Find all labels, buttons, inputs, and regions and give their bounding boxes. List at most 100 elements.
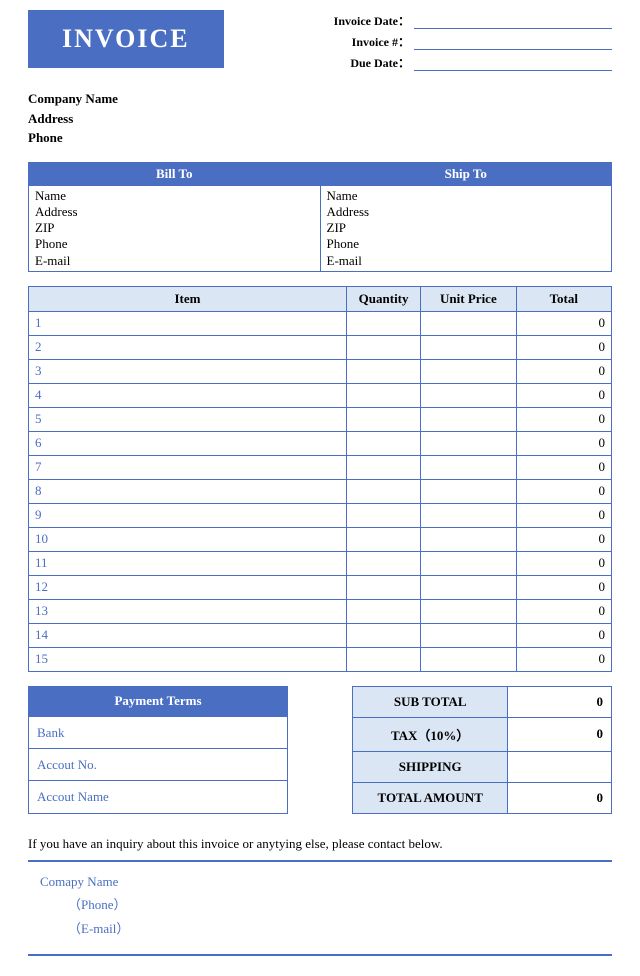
item-row[interactable]: 11 0 [29, 551, 612, 575]
item-row[interactable]: 60 [29, 431, 612, 455]
payment-terms-header: Payment Terms [29, 686, 288, 716]
item-index[interactable]: 5 [29, 407, 347, 431]
item-row[interactable]: 15 0 [29, 647, 612, 671]
item-total: 0 [516, 479, 611, 503]
bill-ship-table: Bill To Ship To Name Address ZIP Phone E… [28, 162, 612, 272]
item-index[interactable]: 11 [29, 551, 347, 575]
item-qty[interactable] [347, 359, 421, 383]
invoice-badge: INVOICE [28, 10, 224, 68]
item-total: 0 [516, 359, 611, 383]
item-total: 0 [516, 599, 611, 623]
payment-account-name[interactable]: Accout Name [29, 781, 288, 813]
item-price[interactable] [421, 527, 516, 551]
item-qty[interactable] [347, 623, 421, 647]
item-price[interactable] [421, 455, 516, 479]
item-price[interactable] [421, 575, 516, 599]
invoice-number-field[interactable] [414, 34, 612, 50]
item-index[interactable]: 9 [29, 503, 347, 527]
payment-terms-table: Payment Terms Bank Accout No. Accout Nam… [28, 686, 288, 814]
item-qty[interactable] [347, 311, 421, 335]
item-qty[interactable] [347, 455, 421, 479]
item-total: 0 [516, 407, 611, 431]
ship-to-cell[interactable]: Name Address ZIP Phone E-mail [320, 185, 612, 271]
item-qty[interactable] [347, 431, 421, 455]
shipping-value [508, 751, 612, 782]
item-row[interactable]: 50 [29, 407, 612, 431]
item-price[interactable] [421, 623, 516, 647]
item-qty[interactable] [347, 527, 421, 551]
col-unit-price: Unit Price [421, 286, 516, 311]
item-qty[interactable] [347, 479, 421, 503]
due-date-field[interactable] [414, 55, 612, 71]
invoice-date-field[interactable] [414, 13, 612, 29]
item-index[interactable]: 3 [29, 359, 347, 383]
item-qty[interactable] [347, 575, 421, 599]
item-qty[interactable] [347, 335, 421, 359]
items-table: Item Quantity Unit Price Total 102030405… [28, 286, 612, 672]
col-total: Total [516, 286, 611, 311]
payment-bank[interactable]: Bank [29, 716, 288, 748]
item-qty[interactable] [347, 599, 421, 623]
item-row[interactable]: 13 0 [29, 599, 612, 623]
bill-to-cell[interactable]: Name Address ZIP Phone E-mail [29, 185, 321, 271]
item-row[interactable]: 10 [29, 311, 612, 335]
item-price[interactable] [421, 431, 516, 455]
item-total: 0 [516, 431, 611, 455]
item-index[interactable]: 10 [29, 527, 347, 551]
item-qty[interactable] [347, 647, 421, 671]
item-total: 0 [516, 335, 611, 359]
item-total: 0 [516, 647, 611, 671]
item-price[interactable] [421, 479, 516, 503]
item-price[interactable] [421, 647, 516, 671]
item-index[interactable]: 12 [29, 575, 347, 599]
item-row[interactable]: 80 [29, 479, 612, 503]
item-price[interactable] [421, 335, 516, 359]
item-row[interactable]: 100 [29, 527, 612, 551]
item-total: 0 [516, 311, 611, 335]
col-item: Item [29, 286, 347, 311]
invoice-date-label: Invoice Date： [322, 12, 414, 29]
company-block: Company Name Address Phone [28, 89, 612, 148]
item-index[interactable]: 15 [29, 647, 347, 671]
totals-table: SUB TOTAL 0 TAX（10%） 0 SHIPPING TOTAL AM… [352, 686, 612, 814]
item-price[interactable] [421, 359, 516, 383]
item-index[interactable]: 4 [29, 383, 347, 407]
subtotal-label: SUB TOTAL [353, 686, 508, 717]
ship-to-header: Ship To [320, 162, 612, 185]
item-price[interactable] [421, 407, 516, 431]
col-quantity: Quantity [347, 286, 421, 311]
item-qty[interactable] [347, 503, 421, 527]
item-row[interactable]: 40 [29, 383, 612, 407]
shipping-label: SHIPPING [353, 751, 508, 782]
item-price[interactable] [421, 599, 516, 623]
item-price[interactable] [421, 503, 516, 527]
item-qty[interactable] [347, 383, 421, 407]
total-amount-value: 0 [508, 782, 612, 813]
item-index[interactable]: 2 [29, 335, 347, 359]
item-total: 0 [516, 551, 611, 575]
item-price[interactable] [421, 383, 516, 407]
item-row[interactable]: 70 [29, 455, 612, 479]
item-index[interactable]: 14 [29, 623, 347, 647]
item-index[interactable]: 8 [29, 479, 347, 503]
item-row[interactable]: 12 0 [29, 575, 612, 599]
item-index[interactable]: 7 [29, 455, 347, 479]
inquiry-text: If you have an inquiry about this invoic… [28, 836, 612, 852]
item-index[interactable]: 13 [29, 599, 347, 623]
item-row[interactable]: 90 [29, 503, 612, 527]
item-qty[interactable] [347, 551, 421, 575]
item-price[interactable] [421, 311, 516, 335]
item-price[interactable] [421, 551, 516, 575]
item-total: 0 [516, 623, 611, 647]
item-row[interactable]: 30 [29, 359, 612, 383]
tax-value: 0 [508, 717, 612, 751]
item-row[interactable]: 20 [29, 335, 612, 359]
item-row[interactable]: 14 0 [29, 623, 612, 647]
company-address-label: Address [28, 109, 612, 129]
due-date-label: Due Date： [322, 54, 414, 71]
item-index[interactable]: 1 [29, 311, 347, 335]
item-qty[interactable] [347, 407, 421, 431]
item-index[interactable]: 6 [29, 431, 347, 455]
payment-account-no[interactable]: Accout No. [29, 749, 288, 781]
item-total: 0 [516, 575, 611, 599]
